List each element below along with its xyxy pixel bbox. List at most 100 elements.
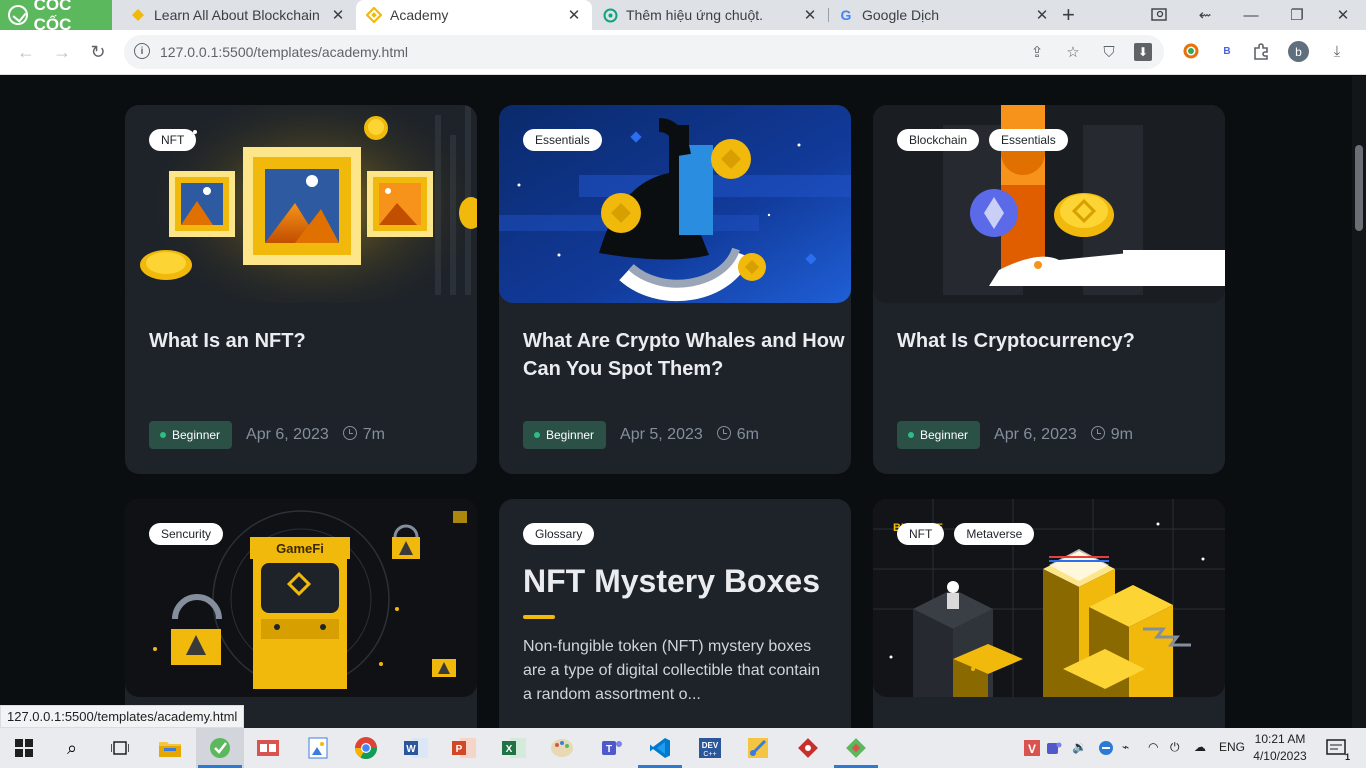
clock-date: 4/10/2023 <box>1253 749 1307 763</box>
sourcetree-icon[interactable] <box>840 732 872 764</box>
network-disconnected-icon[interactable]: ⌁ <box>1122 740 1129 754</box>
binance-icon <box>130 7 146 23</box>
file-explorer-icon[interactable] <box>154 732 186 764</box>
url-text[interactable]: 127.0.0.1:5500/templates/academy.html <box>160 44 408 60</box>
level-dot-icon <box>534 432 540 438</box>
close-tab-icon[interactable]: ✕ <box>330 6 346 24</box>
article-title[interactable]: What Is Cryptocurrency? <box>897 327 1225 355</box>
downloads-icon[interactable]: ⤓ <box>1326 40 1348 62</box>
tag-list: Blockchain Essentials <box>897 129 1068 151</box>
power-icon[interactable]: ⏻ <box>1170 740 1180 755</box>
article-meta: Beginner Apr 6, 2023 7m <box>149 421 385 449</box>
system-clock[interactable]: 10:21 AM 4/10/2023 <box>1248 731 1312 765</box>
share-icon[interactable]: ⇪ <box>1026 41 1048 63</box>
input-language[interactable]: ENG <box>1219 740 1245 754</box>
glossary-title[interactable]: NFT Mystery Boxes <box>523 563 820 600</box>
close-window-icon[interactable]: ✕ <box>1320 0 1366 30</box>
extension-b-icon[interactable]: B <box>1216 40 1238 62</box>
close-tab-icon[interactable]: ✕ <box>802 6 818 24</box>
tab-search-icon[interactable] <box>1136 0 1182 30</box>
tag[interactable]: Essentials <box>989 129 1068 151</box>
volume-icon[interactable]: 🔉 <box>1072 740 1087 754</box>
article-card[interactable]: Blockchain Essentials What Is Cryptocurr… <box>873 105 1225 474</box>
tag[interactable]: NFT <box>149 129 197 151</box>
powerpoint-icon[interactable]: P <box>448 732 480 764</box>
new-tab-icon[interactable]: + <box>1062 2 1075 28</box>
publish-date: Apr 6, 2023 <box>246 426 329 443</box>
coccoc-logo-icon <box>8 5 28 25</box>
download-page-icon[interactable]: ⬇ <box>1134 43 1152 61</box>
google-translate-icon: G <box>840 7 852 23</box>
tab-chatgpt[interactable]: Thêm hiệu ứng chuột. ✕ <box>592 0 828 30</box>
address-bar[interactable]: i 127.0.0.1:5500/templates/academy.html … <box>124 35 1164 69</box>
notification-center-icon[interactable]: 1 <box>1320 732 1352 764</box>
level-dot-icon <box>160 432 166 438</box>
site-info-icon[interactable]: i <box>134 43 150 59</box>
tag[interactable]: Metaverse <box>954 523 1035 545</box>
search-icon[interactable]: ⌕ <box>56 732 88 764</box>
back-history-icon[interactable]: ⇜ <box>1182 0 1228 30</box>
tag[interactable]: NFT <box>897 523 945 545</box>
extensions-puzzle-icon[interactable] <box>1250 40 1272 62</box>
article-card[interactable]: BINANCE NFT Metaverse <box>873 499 1225 728</box>
teams-tray-icon[interactable] <box>1044 732 1064 764</box>
publish-date: Apr 6, 2023 <box>994 426 1077 443</box>
coccoc-taskbar-icon[interactable] <box>204 732 236 764</box>
article-title[interactable]: What Is an NFT? <box>149 327 477 355</box>
restore-icon[interactable]: ❐ <box>1274 0 1320 30</box>
app-icon[interactable] <box>252 732 284 764</box>
chrome-icon[interactable] <box>350 732 382 764</box>
clock-icon <box>1090 426 1105 440</box>
close-tab-icon[interactable]: ✕ <box>566 6 582 24</box>
tag[interactable]: Essentials <box>523 129 602 151</box>
teams-icon[interactable]: T <box>596 732 628 764</box>
minimize-icon[interactable]: — <box>1228 0 1274 30</box>
reload-icon[interactable]: ↻ <box>84 38 112 66</box>
word-icon[interactable]: W <box>400 732 432 764</box>
close-tab-icon[interactable]: ✕ <box>1034 6 1050 24</box>
tag[interactable]: Sencurity <box>149 523 224 545</box>
coccoc-extension-icon[interactable] <box>1180 40 1202 62</box>
tag-list: NFT <box>149 129 197 151</box>
tab-google-translate[interactable]: G Google Dịch ✕ <box>828 0 1060 30</box>
article-title[interactable]: What Are Crypto Whales and How Can You S… <box>523 327 851 383</box>
devc-app-icon[interactable]: DEV C++ <box>694 732 726 764</box>
article-card[interactable]: GameFi Sencurity <box>125 499 477 728</box>
vietnamese-input-icon[interactable]: V <box>1022 732 1042 764</box>
svg-text:W: W <box>406 744 416 755</box>
shield-icon[interactable]: ⛉ <box>1098 41 1120 63</box>
scrollbar-thumb[interactable] <box>1355 145 1363 231</box>
tab-learn-blockchain[interactable]: Learn All About Blockchain & Cr ✕ <box>120 0 356 30</box>
coccoc-brand[interactable]: CỐC CỐC <box>0 0 112 34</box>
tag[interactable]: Blockchain <box>897 129 980 151</box>
level-badge: Beginner <box>523 421 607 449</box>
tag-list: NFT Metaverse <box>897 523 1035 545</box>
forward-arrow-icon[interactable]: → <box>48 38 76 66</box>
article-card[interactable]: Essentials What Are Crypto Whales and Ho… <box>499 105 851 474</box>
excel-icon[interactable]: X <box>498 732 530 764</box>
git-client-icon[interactable] <box>792 732 824 764</box>
read-time: 7m <box>342 426 385 444</box>
glossary-card[interactable]: Glossary NFT Mystery Boxes Non-fungible … <box>499 499 851 728</box>
snipping-tool-icon[interactable] <box>742 732 774 764</box>
paint-palette-icon[interactable] <box>546 732 578 764</box>
task-view-icon[interactable] <box>104 732 136 764</box>
tag[interactable]: Glossary <box>523 523 595 545</box>
tab-academy[interactable]: Academy ✕ <box>356 0 592 30</box>
wifi-icon[interactable]: ◠ <box>1148 740 1158 754</box>
zalo-tray-icon[interactable] <box>1096 732 1116 764</box>
level-label: Beginner <box>546 428 595 442</box>
article-card[interactable]: NFT What Is an NFT? Beginner Apr 6, 2023… <box>125 105 477 474</box>
chatgpt-icon <box>602 7 618 23</box>
profile-avatar[interactable]: b <box>1288 41 1309 62</box>
bookmark-star-icon[interactable]: ☆ <box>1062 41 1084 63</box>
paint-app-icon[interactable] <box>302 732 334 764</box>
read-time-value: 6m <box>736 426 760 443</box>
read-time: 6m <box>716 426 760 444</box>
windows-start-icon[interactable] <box>8 732 40 764</box>
vscode-icon[interactable] <box>644 732 676 764</box>
page-scrollbar[interactable] <box>1352 76 1366 728</box>
back-arrow-icon[interactable]: ← <box>12 38 40 66</box>
onedrive-icon[interactable]: ☁ <box>1194 740 1206 754</box>
publish-date: Apr 5, 2023 <box>620 426 703 443</box>
